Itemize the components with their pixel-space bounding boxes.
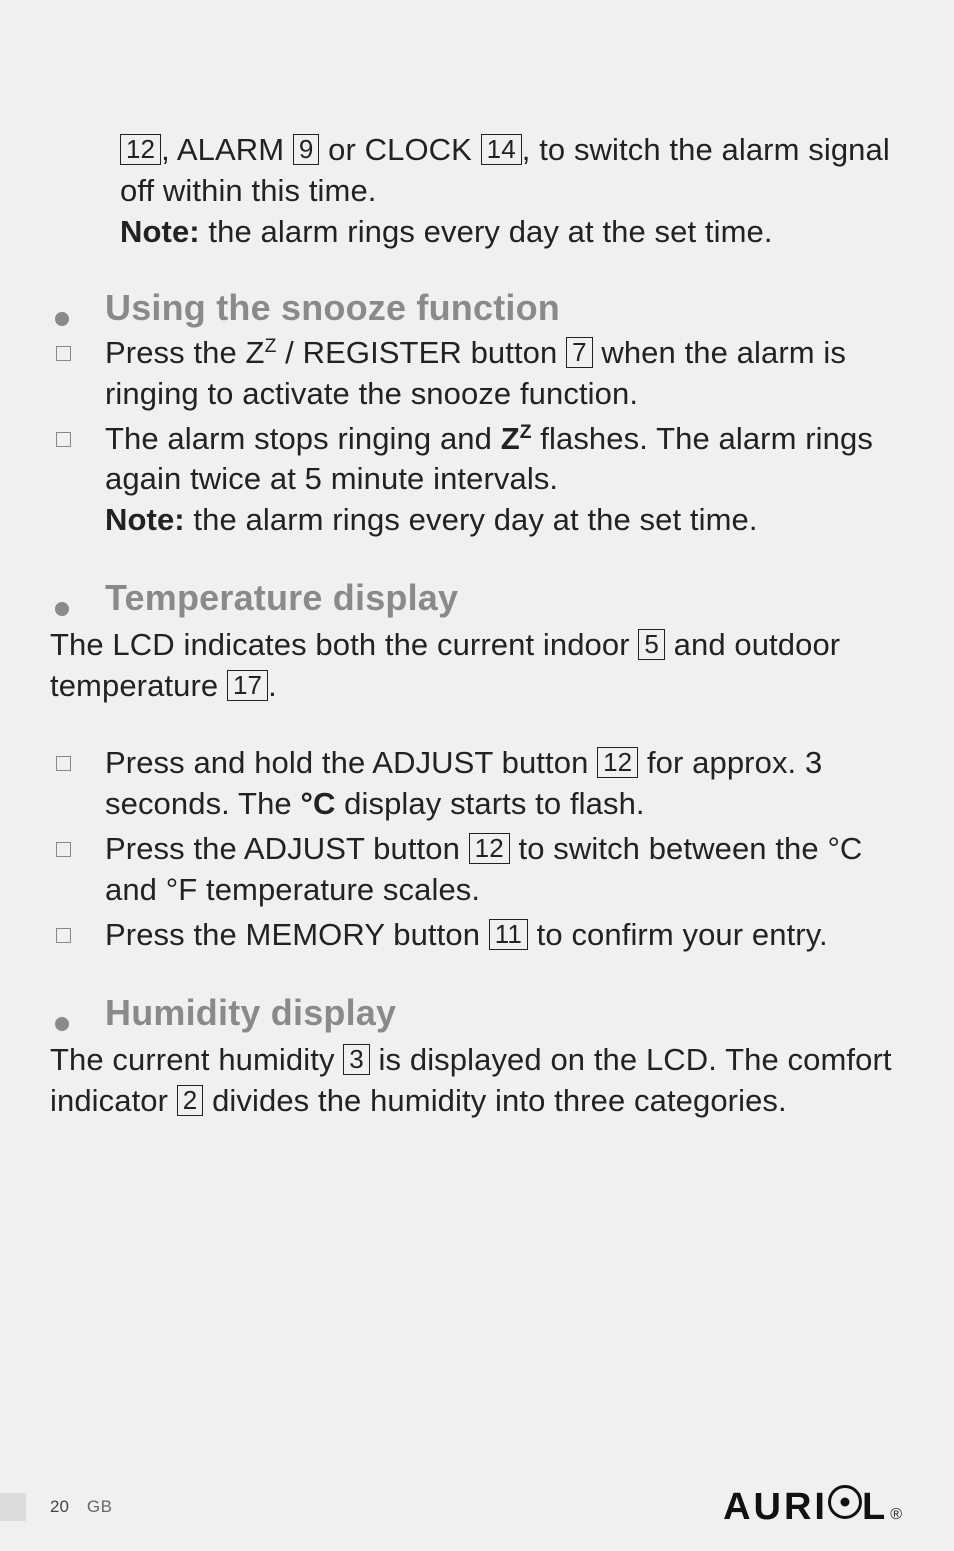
snooze-item-1: Press the ZZ / REGISTER button 7 when th… [50, 333, 899, 415]
text: divides the humidity into three categori… [203, 1083, 786, 1118]
text: to confirm your entry. [528, 917, 828, 952]
deg-c-bold: °C [300, 786, 335, 821]
brand-registered-icon: ® [890, 1506, 902, 1524]
temperature-item-1: Press and hold the ADJUST button 12 for … [50, 743, 899, 825]
text: , ALARM [161, 132, 293, 167]
section-snooze: Using the snooze function [50, 287, 899, 329]
ref-box-17: 17 [227, 670, 268, 701]
temperature-item-3: Press the MEMORY button 11 to confirm yo… [50, 915, 899, 956]
text: The current humidity [50, 1042, 343, 1077]
note-label: Note: [120, 214, 200, 249]
page-footer: 20 GB AURI L ® [0, 1485, 954, 1529]
z-superscript: Z [265, 336, 277, 357]
brand-logo: AURI L ® [723, 1485, 902, 1529]
dot-bullet-icon [55, 602, 69, 616]
text: or CLOCK [319, 132, 480, 167]
section-temperature: Temperature display [50, 577, 899, 619]
square-bullet-icon [56, 928, 71, 943]
note-text: the alarm rings every day at the set tim… [200, 214, 773, 249]
temperature-item-1-text: Press and hold the ADJUST button 12 for … [105, 743, 899, 825]
ref-box-12: 12 [120, 134, 161, 165]
footer-region: GB [87, 1497, 113, 1517]
square-bullet-icon [56, 346, 71, 361]
temperature-item-2: Press the ADJUST button 12 to switch bet… [50, 829, 899, 911]
note-text: the alarm rings every day at the set tim… [185, 502, 758, 537]
text: The LCD indicates both the current indoo… [50, 627, 638, 662]
square-bullet-icon [56, 842, 71, 857]
continuation-paragraph: 12, ALARM 9 or CLOCK 14, to switch the a… [50, 130, 899, 253]
brand-text-pre: AURI [723, 1486, 828, 1529]
z-superscript: Z [520, 422, 532, 443]
dot-bullet-icon [55, 312, 69, 326]
snooze-item-2: The alarm stops ringing and ZZ flashes. … [50, 419, 899, 542]
snooze-heading: Using the snooze function [105, 287, 560, 329]
text: Press and hold the ADJUST button [105, 745, 597, 780]
section-humidity: Humidity display [50, 992, 899, 1034]
ref-box-9: 9 [293, 134, 320, 165]
text: Press the Z [105, 335, 265, 370]
temperature-item-3-text: Press the MEMORY button 11 to confirm yo… [105, 915, 899, 956]
brand-orb-icon [828, 1485, 862, 1519]
footer-tab-icon [0, 1493, 26, 1521]
note-label: Note: [105, 502, 185, 537]
temperature-heading: Temperature display [105, 577, 458, 619]
temperature-item-2-text: Press the ADJUST button 12 to switch bet… [105, 829, 899, 911]
ref-box-11: 11 [489, 919, 528, 950]
humidity-paragraph: The current humidity 3 is displayed on t… [50, 1040, 899, 1122]
ref-box-14: 14 [481, 134, 522, 165]
humidity-heading: Humidity display [105, 992, 396, 1034]
footer-left: 20 GB [0, 1493, 112, 1521]
dot-bullet-icon [55, 1017, 69, 1031]
page-number: 20 [50, 1497, 69, 1517]
text: Press the ADJUST button [105, 831, 469, 866]
ref-box-2: 2 [177, 1085, 204, 1116]
text: The alarm stops ringing and [105, 421, 501, 456]
square-bullet-icon [56, 432, 71, 447]
text: Press the MEMORY button [105, 917, 489, 952]
page-container: 12, ALARM 9 or CLOCK 14, to switch the a… [0, 0, 954, 1551]
ref-box-12: 12 [469, 833, 510, 864]
ref-box-5: 5 [638, 629, 665, 660]
ref-box-3: 3 [343, 1044, 370, 1075]
zz-bold: ZZ [501, 421, 532, 456]
temperature-intro: The LCD indicates both the current indoo… [50, 625, 899, 707]
brand-text-post: L [862, 1486, 888, 1529]
snooze-item-2-text: The alarm stops ringing and ZZ flashes. … [105, 419, 899, 542]
text: / REGISTER button [276, 335, 566, 370]
square-bullet-icon [56, 756, 71, 771]
text: display starts to flash. [335, 786, 644, 821]
snooze-item-1-text: Press the ZZ / REGISTER button 7 when th… [105, 333, 899, 415]
ref-box-12: 12 [597, 747, 638, 778]
text: . [268, 668, 277, 703]
ref-box-7: 7 [566, 337, 593, 368]
